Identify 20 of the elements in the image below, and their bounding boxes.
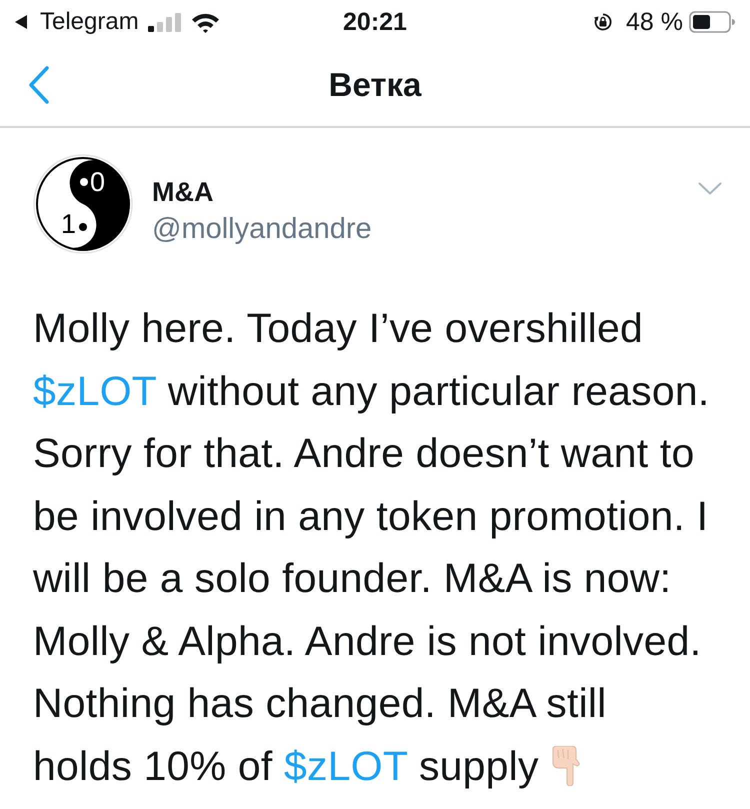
battery-icon: [689, 11, 735, 33]
wifi-icon: [190, 12, 220, 32]
back-triangle-icon: [15, 15, 27, 29]
back-to-app-label[interactable]: Telegram: [40, 8, 139, 36]
avatar-digit: 1: [61, 209, 76, 239]
dot-icon: [79, 223, 87, 231]
tweet-text: Molly here. Today I’ve overshilled $zLOT without any particular reason. Sorry for that. Andre doesn’t want to be involved in any token promotion. I will be a solo founder. M&A is now: Molly & Alpha. Andre is not involved. Nothing has changed. M&A still holds 10% of $zLOT supply: [33, 304, 710, 790]
dot-icon: [80, 178, 88, 186]
back-chevron-icon[interactable]: [28, 66, 50, 104]
chevron-down-icon[interactable]: [698, 182, 722, 195]
avatar-digit: 0: [90, 167, 106, 197]
screen-title: Ветка: [328, 66, 422, 104]
author-handle[interactable]: @mollyandandre: [152, 210, 372, 248]
pointing-down-hand-icon: [550, 746, 582, 786]
clock-time: 20:21: [343, 8, 407, 36]
back-to-app-link[interactable]: Telegram: [15, 8, 139, 36]
battery-percent: 48 %: [626, 8, 683, 36]
signal-icon: [148, 12, 181, 32]
rotation-lock-icon: [594, 13, 612, 31]
author-name[interactable]: M&A: [152, 176, 214, 208]
